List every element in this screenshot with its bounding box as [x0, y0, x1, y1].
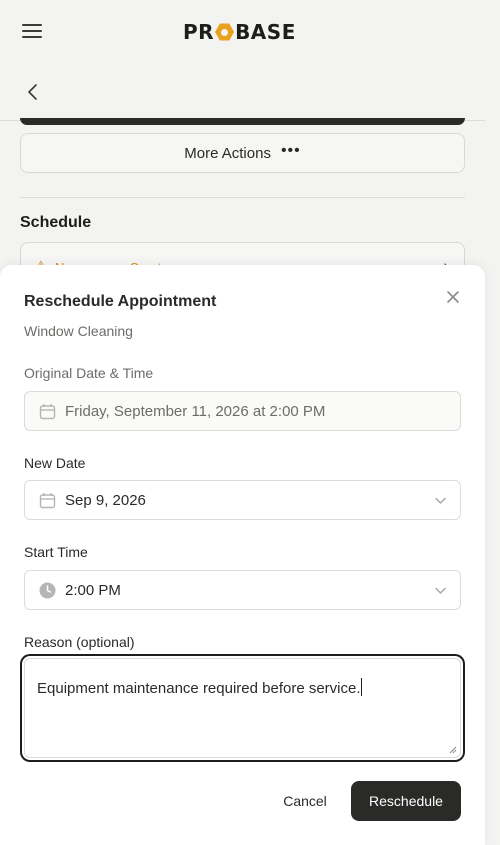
schedule-heading: Schedule	[20, 214, 92, 231]
sheet-title: Reschedule Appointment	[24, 293, 217, 310]
start-time-label: Start Time	[24, 544, 88, 560]
start-time-value: 2:00 PM	[65, 581, 121, 599]
section-divider	[20, 197, 465, 198]
new-date-value: Sep 9, 2026	[65, 491, 146, 509]
cancel-button[interactable]: Cancel	[276, 781, 334, 821]
calendar-icon	[39, 493, 56, 509]
sheet-subtitle: Window Cleaning	[24, 323, 133, 339]
clock-icon	[39, 582, 56, 599]
back-icon[interactable]	[26, 84, 40, 100]
more-actions-label: More Actions	[184, 144, 271, 162]
menu-icon[interactable]	[22, 24, 42, 40]
logo-hex-icon	[215, 23, 235, 41]
new-date-label: New Date	[24, 455, 86, 471]
new-date-select[interactable]: Sep 9, 2026	[24, 480, 461, 520]
reason-text: Equipment maintenance required before se…	[37, 680, 361, 697]
original-datetime-field: Friday, September 11, 2026 at 2:00 PM	[24, 391, 461, 431]
reschedule-button[interactable]: Reschedule	[351, 781, 461, 821]
sub-navigation-bar	[0, 64, 485, 121]
original-datetime-value: Friday, September 11, 2026 at 2:00 PM	[65, 402, 326, 420]
reason-textarea[interactable]: Equipment maintenance required before se…	[24, 658, 461, 758]
calendar-icon	[39, 404, 56, 420]
close-icon[interactable]	[445, 289, 461, 305]
logo-text-left: PR	[183, 20, 215, 44]
original-datetime-label: Original Date & Time	[24, 365, 154, 381]
more-dots-icon: •••	[280, 142, 301, 159]
primary-action-strip	[20, 118, 465, 125]
logo-text-right: BASE	[235, 20, 296, 44]
chevron-down-icon	[435, 497, 446, 504]
resize-handle-icon[interactable]	[449, 746, 457, 754]
text-cursor	[360, 678, 362, 696]
probase-logo[interactable]: PR BASE	[183, 19, 296, 45]
reason-label: Reason (optional)	[24, 634, 135, 650]
reschedule-sheet: Reschedule Appointment Window Cleaning O…	[0, 265, 485, 845]
start-time-select[interactable]: 2:00 PM	[24, 570, 461, 610]
chevron-down-icon	[435, 587, 446, 594]
more-actions-button[interactable]: More Actions •••	[20, 133, 465, 173]
top-bar: PR BASE	[0, 0, 485, 64]
